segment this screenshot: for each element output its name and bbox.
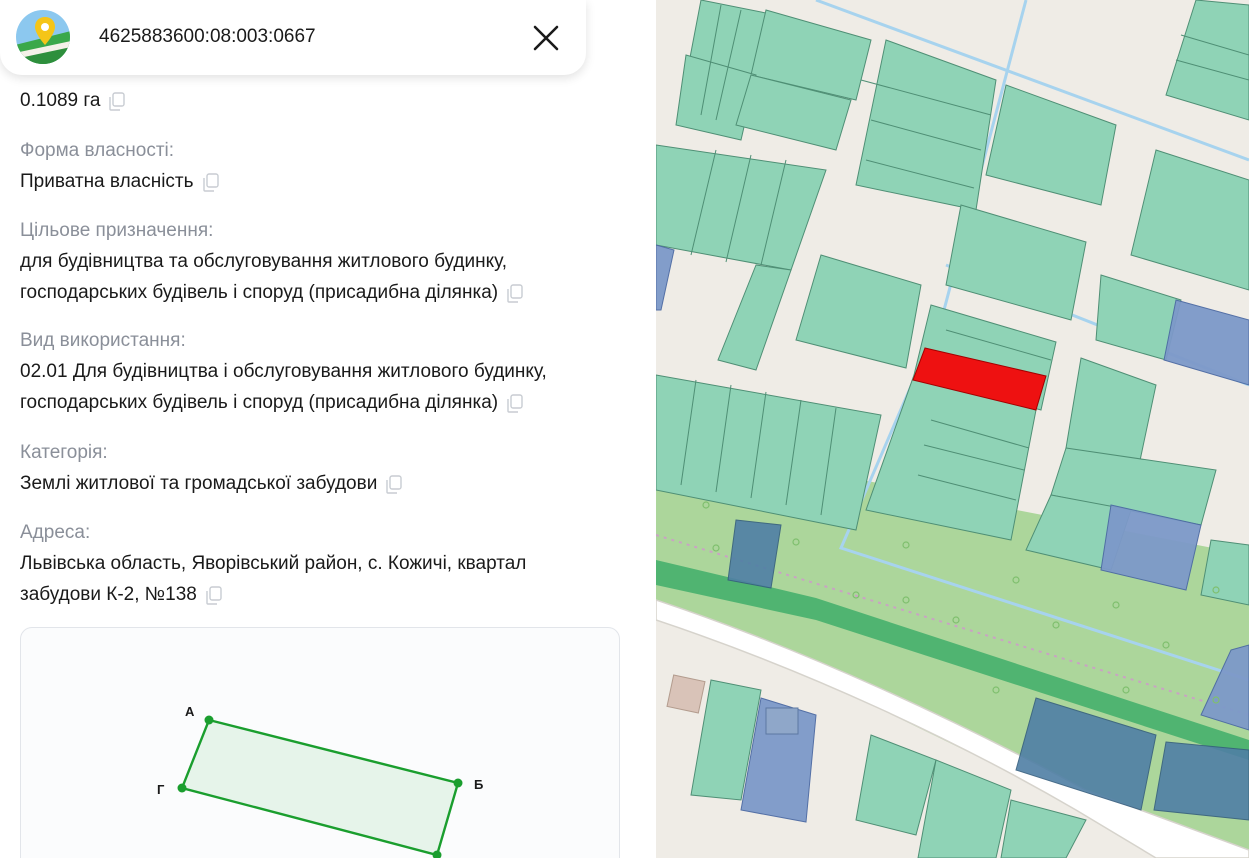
copy-icon[interactable] xyxy=(506,394,523,413)
parcel-cadastral-number: 4625883600:08:003:0667 xyxy=(99,26,316,47)
building-parcel[interactable] xyxy=(727,519,782,589)
parcel-scheme-drawing: А Б Г xyxy=(157,704,483,858)
vertex-g-label: Г xyxy=(157,782,165,797)
category-field: Категорія: Землі житлової та громадської… xyxy=(20,437,403,499)
ownership-value: Приватна власність xyxy=(20,171,194,192)
area-value: 0.1089 га xyxy=(20,90,101,111)
usage-value-line-2: господарських будівель і споруд (присади… xyxy=(20,392,499,413)
purpose-value-line-1: для будівництва та обслуговування житлов… xyxy=(20,251,508,272)
category-label: Категорія: xyxy=(20,442,108,463)
copy-icon[interactable] xyxy=(385,475,403,494)
copy-icon[interactable] xyxy=(506,284,523,303)
close-icon[interactable] xyxy=(528,20,564,56)
vertex-g xyxy=(177,783,187,793)
ownership-field: Форма власності: Приватна власність xyxy=(20,135,219,197)
purpose-field: Цільове призначення: для будівництва та … xyxy=(20,215,523,308)
address-field: Адреса: Львівська область, Яворівський р… xyxy=(20,517,526,610)
category-value: Землі житлової та громадської забудови xyxy=(20,473,378,494)
copy-icon[interactable] xyxy=(108,92,126,111)
vertex-b xyxy=(453,778,463,788)
outbuilding xyxy=(666,674,706,714)
parcel-info-panel: 4625883600:08:003:0667 0.1089 га Форма в… xyxy=(0,0,656,858)
ownership-label: Форма власності: xyxy=(20,140,175,161)
purpose-label: Цільове призначення: xyxy=(20,220,214,241)
address-value-line-2: забудови К-2, №138 xyxy=(20,584,197,605)
address-value-line-1: Львівська область, Яворівський район, с.… xyxy=(20,553,527,574)
purpose-value-line-2: господарських будівель і споруд (присади… xyxy=(20,282,499,303)
usage-value-line-1: 02.01 Для будівництва і обслуговування ж… xyxy=(20,361,547,382)
building-parcel[interactable] xyxy=(1153,741,1249,821)
usage-field: Вид використання: 02.01 Для будівництва … xyxy=(20,325,547,418)
parcel-scheme: А Б Г xyxy=(20,627,620,858)
panel-header: 4625883600:08:003:0667 xyxy=(0,0,586,75)
cadastral-map[interactable] xyxy=(656,0,1249,858)
map-canvas[interactable] xyxy=(656,0,1249,858)
map-pin-logo-icon xyxy=(16,10,70,64)
copy-icon[interactable] xyxy=(205,586,222,605)
parcel-outline xyxy=(180,718,460,857)
address-label: Адреса: xyxy=(20,522,91,543)
copy-icon[interactable] xyxy=(202,173,219,192)
outbuilding xyxy=(765,707,799,735)
vertex-a xyxy=(204,715,214,725)
vertex-a-label: А xyxy=(185,704,195,719)
area-field: 0.1089 га xyxy=(20,85,126,116)
usage-label: Вид використання: xyxy=(20,330,186,351)
vertex-b-label: Б xyxy=(474,777,483,792)
